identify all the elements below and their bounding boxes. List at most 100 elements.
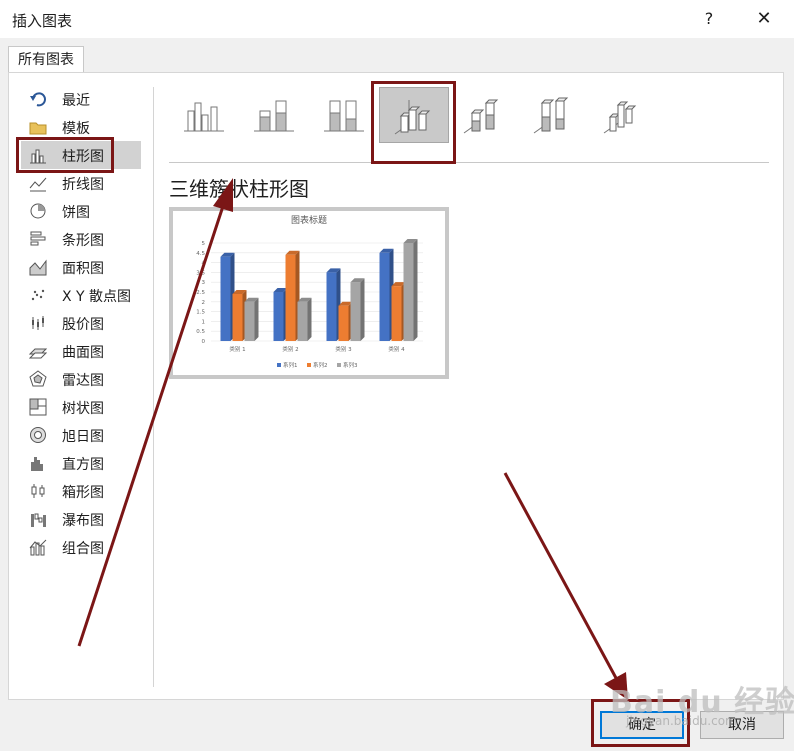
sidebar-item-label: 条形图 bbox=[62, 233, 104, 249]
x-tick-label: 类别 3 bbox=[335, 345, 352, 353]
y-tick-label: 1.5 bbox=[196, 310, 205, 316]
help-button[interactable]: ? bbox=[694, 4, 724, 34]
preview-chart: 图表标题 0 0.5 1 1.5 2 2.5 3 3.5 4 4.5 5 类别 1 类别 2 类别 3 类… bbox=[196, 214, 423, 369]
selected-chart-name: 三维簇状柱形图 bbox=[169, 177, 309, 201]
sidebar-item-label: 曲面图 bbox=[62, 345, 104, 361]
y-tick-label: 0.5 bbox=[196, 329, 205, 335]
legend-swatch bbox=[277, 363, 281, 367]
dialog-panel: 最近 模板 柱形图 折线图 饼图 条形图 面积图 X Y 散点图 股价图 曲面图 雷达图 树状图 旭日图… bbox=[8, 72, 784, 700]
window-title: 插入图表 bbox=[12, 12, 73, 30]
annotation-box-column-category bbox=[16, 137, 114, 173]
bar-2-1 bbox=[338, 301, 353, 341]
subtype-3d-stacked-100-column[interactable] bbox=[519, 87, 589, 143]
chart-preview[interactable]: 图表标题 0 0.5 1 1.5 2 2.5 3 3.5 4 4.5 5 类别 1 类别 2 类别 3 类… bbox=[169, 207, 449, 379]
y-tick-label: 2 bbox=[202, 300, 206, 306]
bar-chart-icon bbox=[29, 230, 47, 248]
sidebar-item-label: 直方图 bbox=[62, 457, 104, 473]
sidebar-item-12[interactable]: 旭日图 bbox=[21, 421, 141, 449]
pie-chart-icon bbox=[29, 202, 47, 220]
sidebar-item-3[interactable]: 折线图 bbox=[21, 169, 141, 197]
surface-chart-icon bbox=[28, 342, 48, 360]
y-tick-label: 0 bbox=[202, 339, 206, 345]
sidebar-item-label: 旭日图 bbox=[62, 429, 104, 445]
legend-label: 系列3 bbox=[343, 361, 358, 369]
legend-label: 系列2 bbox=[313, 361, 328, 369]
sidebar-item-label: 折线图 bbox=[62, 177, 104, 193]
3d-column-icon bbox=[603, 101, 637, 134]
sidebar-item-label: 股价图 bbox=[62, 317, 104, 333]
y-tick-label: 2.5 bbox=[196, 290, 205, 296]
line-chart-icon bbox=[29, 174, 47, 192]
box-whisker-chart-icon bbox=[29, 482, 47, 500]
area-chart-icon bbox=[29, 258, 47, 276]
preview-chart-title: 图表标题 bbox=[291, 214, 327, 226]
histogram-chart-icon bbox=[29, 454, 47, 472]
subtype-stacked-100-column[interactable] bbox=[309, 87, 379, 143]
sidebar-item-label: 面积图 bbox=[62, 261, 104, 277]
tab-all-charts[interactable]: 所有图表 bbox=[8, 46, 84, 73]
subtype-separator bbox=[169, 162, 769, 163]
subtype-clustered-column[interactable] bbox=[169, 87, 239, 143]
bar-0-0 bbox=[220, 252, 235, 341]
clustered-column-icon bbox=[184, 102, 224, 132]
combo-chart-icon bbox=[29, 538, 47, 556]
subtype-3d-stacked-column[interactable] bbox=[449, 87, 519, 143]
y-tick-label: 5 bbox=[202, 241, 206, 247]
bar-1-1 bbox=[285, 250, 300, 341]
bar-0-1 bbox=[232, 289, 247, 341]
radar-chart-icon bbox=[29, 370, 47, 388]
stacked-column-icon bbox=[254, 100, 294, 132]
title-bar: 插入图表 ? ✕ bbox=[0, 0, 794, 38]
sidebar-item-label: 瀑布图 bbox=[62, 513, 104, 529]
sidebar-item-13[interactable]: 直方图 bbox=[21, 449, 141, 477]
sidebar-item-label: 组合图 bbox=[62, 541, 104, 557]
bar-3-1 bbox=[391, 282, 406, 341]
sidebar-item-9[interactable]: 曲面图 bbox=[21, 337, 141, 365]
stock-chart-icon bbox=[29, 314, 47, 332]
treemap-chart-icon bbox=[29, 398, 47, 416]
sidebar-item-4[interactable]: 饼图 bbox=[21, 197, 141, 225]
3d-stacked-100-column-icon bbox=[533, 97, 569, 134]
3d-stacked-column-icon bbox=[463, 99, 499, 134]
sidebar-item-16[interactable]: 组合图 bbox=[21, 533, 141, 561]
sidebar-item-11[interactable]: 树状图 bbox=[21, 393, 141, 421]
sidebar-item-5[interactable]: 条形图 bbox=[21, 225, 141, 253]
x-tick-label: 类别 1 bbox=[229, 345, 245, 353]
bar-3-2 bbox=[403, 239, 418, 341]
sidebar-item-label: 树状图 bbox=[62, 401, 104, 417]
waterfall-chart-icon bbox=[29, 510, 47, 528]
x-tick-label: 类别 2 bbox=[282, 345, 298, 353]
sidebar-item-label: 饼图 bbox=[62, 205, 90, 221]
subtype-stacked-column[interactable] bbox=[239, 87, 309, 143]
bar-2-0 bbox=[326, 268, 341, 341]
sidebar-item-label: X Y 散点图 bbox=[62, 289, 132, 305]
watermark-url: jingyan.baidu.com bbox=[626, 714, 737, 728]
sidebar-item-6[interactable]: 面积图 bbox=[21, 253, 141, 281]
y-tick-label: 4 bbox=[202, 261, 206, 267]
sunburst-chart-icon bbox=[29, 426, 47, 444]
stacked-100-column-icon bbox=[324, 100, 364, 132]
sidebar-item-7[interactable]: X Y 散点图 bbox=[21, 281, 141, 309]
subtype-3d-column[interactable] bbox=[589, 87, 659, 143]
sidebar-item-label: 箱形图 bbox=[62, 485, 104, 501]
sidebar-item-8[interactable]: 股价图 bbox=[21, 309, 141, 337]
bar-1-0 bbox=[273, 288, 288, 341]
sidebar-item-10[interactable]: 雷达图 bbox=[21, 365, 141, 393]
close-button[interactable]: ✕ bbox=[748, 4, 780, 34]
annotation-box-selected-subtype bbox=[371, 81, 456, 164]
scatter-chart-icon bbox=[29, 286, 47, 304]
sidebar-item-0[interactable]: 最近 bbox=[21, 85, 141, 113]
legend-swatch bbox=[307, 363, 311, 367]
sidebar-item-label: 最近 bbox=[62, 93, 90, 109]
sidebar-item-15[interactable]: 瀑布图 bbox=[21, 505, 141, 533]
bar-2-2 bbox=[350, 278, 365, 341]
folder-icon bbox=[29, 118, 47, 136]
sidebar-divider bbox=[153, 87, 154, 687]
undo-arrow-icon bbox=[29, 90, 47, 108]
x-tick-label: 类别 4 bbox=[388, 345, 405, 353]
bar-1-2 bbox=[297, 297, 312, 341]
sidebar-item-14[interactable]: 箱形图 bbox=[21, 477, 141, 505]
sidebar-item-label: 模板 bbox=[62, 121, 90, 137]
legend-label: 系列1 bbox=[283, 361, 298, 369]
y-tick-label: 4.5 bbox=[196, 251, 205, 257]
